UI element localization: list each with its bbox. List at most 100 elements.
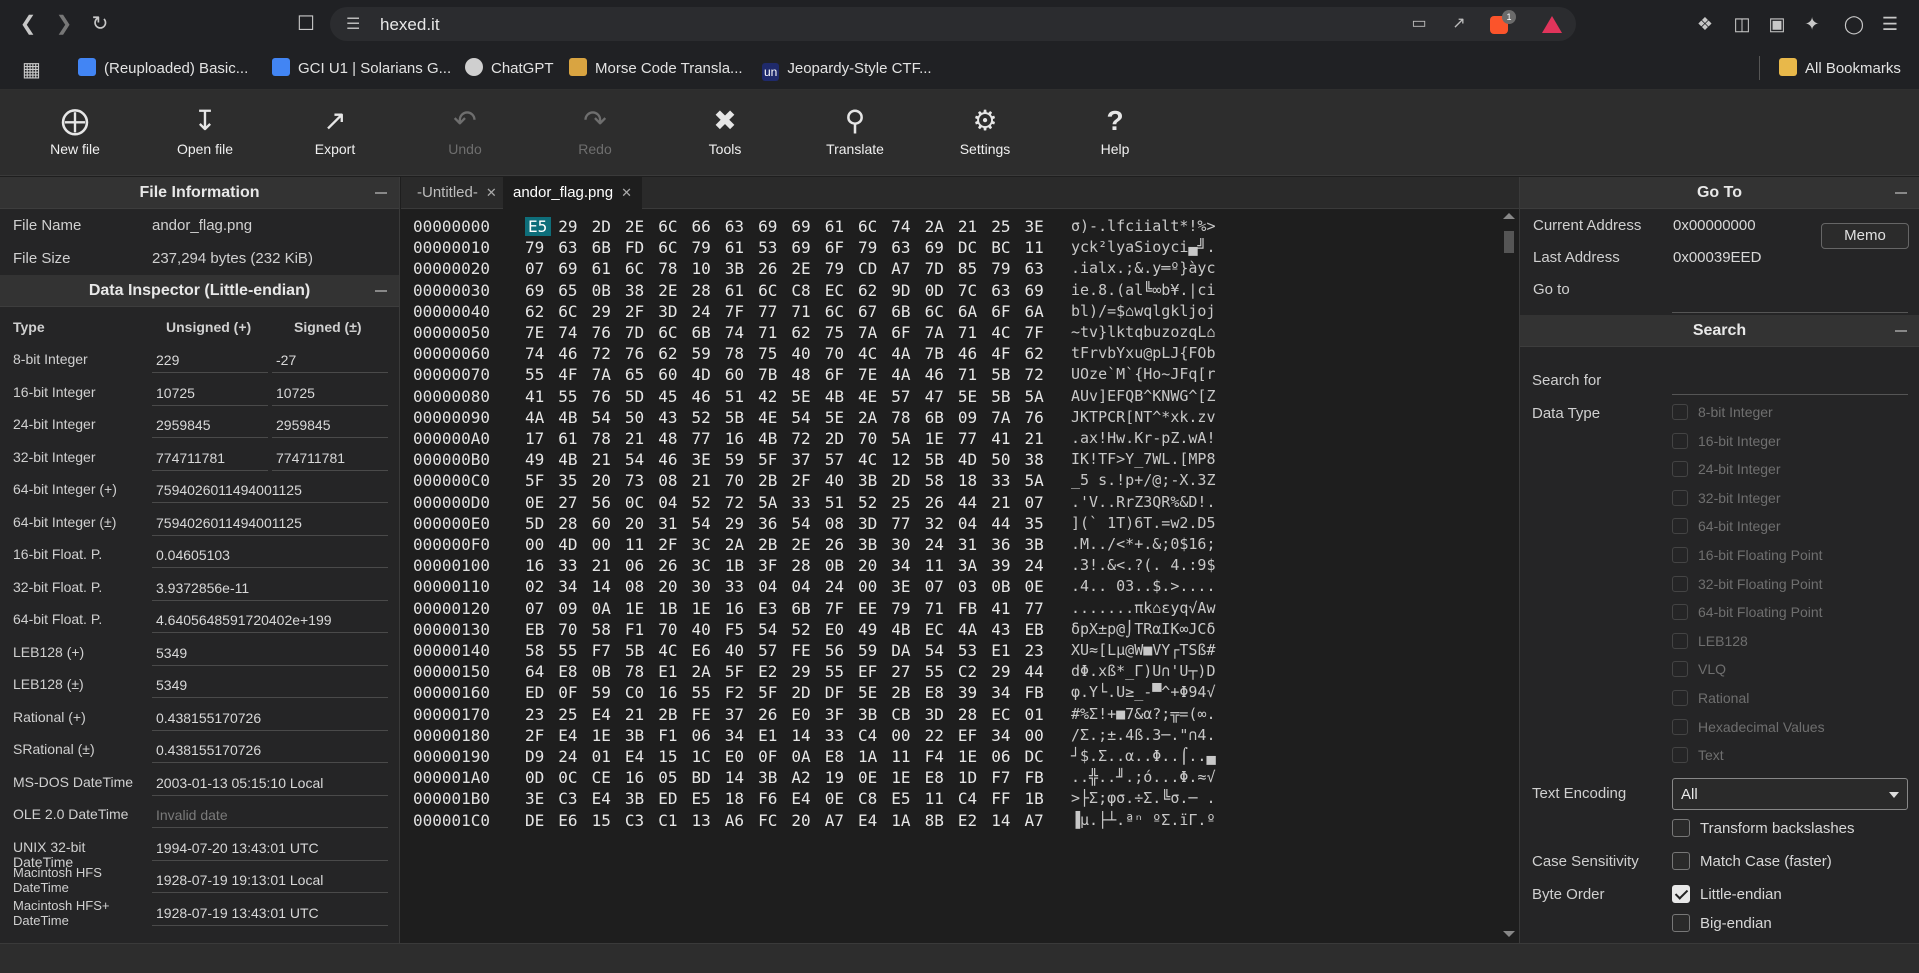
hex-byte[interactable]: C3 [558, 789, 584, 808]
ascii-row[interactable]: AUv]EFQB^KNWG^[Z [1071, 387, 1216, 405]
hex-byte[interactable]: 7F [1025, 323, 1051, 342]
hex-byte[interactable]: 56 [592, 493, 618, 512]
hex-byte[interactable]: EF [858, 662, 884, 681]
hex-byte[interactable]: 28 [791, 556, 817, 575]
hex-byte[interactable]: 57 [758, 641, 784, 660]
scroll-up-icon[interactable] [1503, 213, 1515, 219]
hex-byte[interactable]: E2 [958, 811, 984, 830]
hex-byte[interactable]: 55 [692, 683, 718, 702]
hex-byte[interactable]: 6A [1025, 302, 1051, 321]
hex-byte[interactable]: 17 [525, 429, 551, 448]
hex-byte[interactable]: 3A [958, 556, 984, 575]
hex-byte[interactable]: E4 [592, 705, 618, 724]
hex-byte[interactable]: 28 [692, 281, 718, 300]
hex-byte[interactable]: 2F [525, 726, 551, 745]
hex-byte[interactable]: 49 [525, 450, 551, 469]
data-type-option[interactable]: 64-bit Floating Point [1672, 604, 1823, 626]
leo-ai-icon[interactable]: ✦ [1800, 12, 1824, 36]
hex-byte[interactable]: 58 [592, 620, 618, 639]
hex-byte[interactable]: 33 [791, 493, 817, 512]
hex-byte[interactable]: 40 [692, 620, 718, 639]
hex-byte[interactable]: 2B [758, 535, 784, 554]
hex-byte[interactable]: 55 [525, 365, 551, 384]
hex-byte[interactable]: 3D [858, 514, 884, 533]
hex-byte[interactable]: 0E [825, 789, 851, 808]
hex-byte[interactable]: E4 [592, 789, 618, 808]
hex-byte[interactable]: 5B [725, 408, 751, 427]
hex-byte[interactable]: 54 [791, 408, 817, 427]
hex-byte[interactable]: 6C [858, 217, 884, 236]
hex-byte[interactable]: F2 [725, 683, 751, 702]
hex-byte[interactable]: 18 [958, 471, 984, 490]
hex-byte[interactable]: 5A [1025, 471, 1051, 490]
hex-byte[interactable]: 21 [625, 705, 651, 724]
hex-byte[interactable]: 2F [791, 471, 817, 490]
hex-byte[interactable]: 00 [1025, 726, 1051, 745]
hex-byte[interactable]: 59 [725, 450, 751, 469]
checkbox-box[interactable] [1672, 747, 1688, 764]
hex-byte[interactable]: 6B [891, 302, 917, 321]
hex-byte[interactable]: 5A [758, 493, 784, 512]
hex-byte[interactable]: E5 [525, 217, 551, 236]
hex-byte[interactable]: EC [925, 620, 951, 639]
hex-byte[interactable]: 69 [925, 238, 951, 257]
inspector-value[interactable]: Invalid date [152, 802, 388, 828]
hex-byte[interactable]: DC [1025, 747, 1051, 766]
hex-byte[interactable]: 2A [925, 217, 951, 236]
hex-byte[interactable]: BD [692, 768, 718, 787]
hex-byte[interactable]: 44 [1025, 662, 1051, 681]
hex-byte[interactable]: CE [592, 768, 618, 787]
hex-byte[interactable]: ED [525, 683, 551, 702]
inspector-value[interactable]: 3.9372856e-11 [152, 575, 388, 601]
hex-byte[interactable]: A7 [1025, 811, 1051, 830]
hex-byte[interactable]: E5 [692, 789, 718, 808]
wallet-icon[interactable]: ▣ [1765, 12, 1789, 36]
hex-byte[interactable]: 33 [558, 556, 584, 575]
hex-byte[interactable]: 5B [625, 641, 651, 660]
hex-byte[interactable]: F5 [725, 620, 751, 639]
ascii-row[interactable]: σ)-.lfciialt*!%> [1071, 217, 1216, 235]
hex-byte[interactable]: 46 [958, 344, 984, 363]
hex-byte[interactable]: 30 [891, 535, 917, 554]
hex-byte[interactable]: 62 [525, 302, 551, 321]
hex-byte[interactable]: EE [858, 599, 884, 618]
hex-byte[interactable]: 4C [991, 323, 1017, 342]
transform-backslashes-checkbox[interactable]: Transform backslashes [1672, 819, 1855, 841]
hex-byte[interactable]: 5A [891, 429, 917, 448]
hex-byte[interactable]: E4 [625, 747, 651, 766]
hex-byte[interactable]: C3 [625, 811, 651, 830]
inspector-value[interactable]: 7594026011494001125 [152, 510, 388, 536]
hex-byte[interactable]: 79 [858, 238, 884, 257]
hex-byte[interactable]: 4D [958, 450, 984, 469]
ascii-row[interactable]: .'V..RrZ3QR%&D!. [1071, 493, 1216, 511]
hex-byte[interactable]: 29 [991, 662, 1017, 681]
hex-byte[interactable]: 4F [991, 344, 1017, 363]
inspector-signed[interactable]: -27 [272, 347, 388, 373]
hex-byte[interactable]: 75 [825, 323, 851, 342]
hex-byte[interactable]: 3B [1025, 535, 1051, 554]
hex-byte[interactable]: 7B [758, 365, 784, 384]
hex-byte[interactable]: 11 [1025, 238, 1051, 257]
hex-byte[interactable]: 41 [991, 599, 1017, 618]
hex-byte[interactable]: 4A [891, 344, 917, 363]
ascii-row[interactable]: φ.Y└.U≥_-▀^+Φ94√ [1071, 683, 1216, 701]
inspector-value[interactable]: 2003-01-13 05:15:10 Local [152, 770, 388, 796]
sidebar-icon[interactable]: ◫ [1730, 12, 1754, 36]
hex-byte[interactable]: 07 [525, 259, 551, 278]
hex-byte[interactable]: F7 [592, 641, 618, 660]
hex-byte[interactable]: 4C [858, 344, 884, 363]
hex-byte[interactable]: EC [991, 705, 1017, 724]
hex-byte[interactable]: 52 [692, 408, 718, 427]
hex-byte[interactable]: 58 [525, 641, 551, 660]
hex-byte[interactable]: 3E [692, 450, 718, 469]
data-type-option[interactable]: 16-bit Floating Point [1672, 547, 1823, 569]
hex-byte[interactable]: 76 [625, 344, 651, 363]
hex-byte[interactable]: 06 [625, 556, 651, 575]
hex-byte[interactable]: BC [991, 238, 1017, 257]
ascii-row[interactable]: .4.. 03..$.>.... [1071, 577, 1216, 595]
redo-button[interactable]: ↷ Redo [540, 90, 650, 176]
hex-byte[interactable]: 27 [891, 662, 917, 681]
scroll-thumb[interactable] [1504, 231, 1514, 253]
hex-byte[interactable]: 2B [658, 705, 684, 724]
hex-byte[interactable]: 1E [692, 599, 718, 618]
